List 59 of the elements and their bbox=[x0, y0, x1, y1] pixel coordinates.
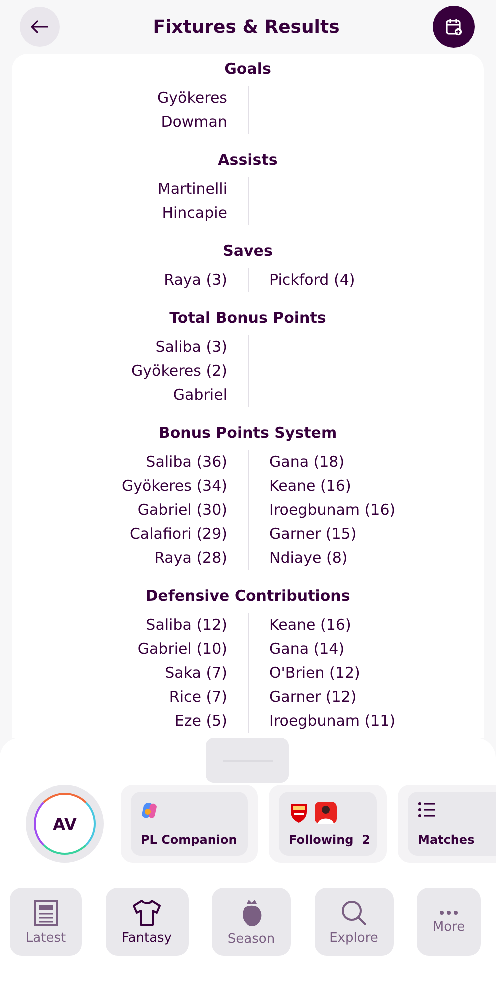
home-player-stat: Gyökeres bbox=[158, 89, 228, 107]
home-player-stat: Raya (3) bbox=[164, 271, 228, 289]
home-player-stat: Saliba (3) bbox=[156, 338, 228, 356]
more-dots-icon bbox=[439, 910, 459, 916]
search-icon bbox=[340, 898, 368, 926]
away-player-stat: Pickford (4) bbox=[270, 271, 356, 289]
sparkle-logo-icon bbox=[141, 802, 159, 820]
home-player-stat: Calafiori (29) bbox=[130, 525, 228, 543]
home-player-stat: Gabriel bbox=[173, 386, 228, 404]
home-player-stat: Martinelli bbox=[158, 180, 228, 198]
home-player-stat: Hincapie bbox=[162, 204, 228, 222]
stat-heading: Defensive Contributions bbox=[144, 586, 352, 607]
newspaper-icon bbox=[33, 898, 59, 926]
home-player-stat: Raya (28) bbox=[154, 549, 228, 567]
sheet-handle[interactable] bbox=[206, 738, 289, 783]
home-player-stat: Gyökeres (2) bbox=[132, 362, 228, 380]
avatar-initials: AV bbox=[53, 814, 77, 834]
away-player-stat: Iroegbunam (11) bbox=[270, 712, 396, 730]
stat-heading: Saves bbox=[222, 241, 274, 262]
home-player-stat: Saka (7) bbox=[165, 664, 228, 682]
following-tile[interactable]: Following 2 bbox=[279, 792, 377, 856]
page-title: Fixtures & Results bbox=[153, 16, 340, 38]
away-player-stat: Gana (14) bbox=[270, 640, 345, 658]
add-to-calendar-button[interactable] bbox=[432, 6, 475, 48]
club-crest-icon bbox=[289, 802, 309, 824]
home-player-stat: Saliba (36) bbox=[146, 453, 228, 471]
shirt-icon bbox=[132, 898, 162, 926]
stat-heading: Assists bbox=[217, 150, 279, 171]
latest-tab[interactable]: Latest bbox=[10, 888, 82, 956]
away-player-stat: Garner (12) bbox=[270, 688, 357, 706]
home-player-stat: Rice (7) bbox=[169, 688, 228, 706]
matches-tile[interactable]: Matches bbox=[408, 792, 496, 856]
away-player-stat: Keane (16) bbox=[270, 616, 352, 634]
home-player-stat: Eze (5) bbox=[174, 712, 228, 730]
away-player-stat: Keane (16) bbox=[270, 477, 352, 495]
away-player-stat: O'Brien (12) bbox=[270, 664, 360, 682]
home-player-stat: Gabriel (30) bbox=[138, 501, 228, 519]
stat-heading: Goals bbox=[224, 59, 272, 80]
list-icon bbox=[418, 802, 436, 818]
explore-tab[interactable]: Explore bbox=[314, 888, 394, 956]
away-player-stat: Ndiaye (8) bbox=[270, 549, 348, 567]
stat-heading: Bonus Points System bbox=[158, 423, 338, 444]
fantasy-tab[interactable]: Fantasy bbox=[106, 888, 188, 956]
home-player-stat: Gyökeres (34) bbox=[122, 477, 228, 495]
home-player-stat: Dowman bbox=[161, 113, 228, 131]
home-player-stat: Gabriel (10) bbox=[138, 640, 228, 658]
companion-tile[interactable]: PL Companion bbox=[131, 792, 248, 856]
home-player-stat: Saliba (12) bbox=[146, 616, 228, 634]
calendar-plus-icon bbox=[444, 18, 463, 36]
away-player-stat: Iroegbunam (16) bbox=[270, 501, 396, 519]
away-player-stat: Garner (15) bbox=[270, 525, 357, 543]
stat-heading: Total Bonus Points bbox=[168, 308, 328, 329]
away-player-stat: Gana (18) bbox=[270, 453, 345, 471]
season-tab[interactable]: Season bbox=[212, 888, 291, 956]
player-avatar-icon bbox=[315, 802, 337, 824]
more-tab[interactable]: More bbox=[417, 888, 481, 956]
back-arrow-icon bbox=[31, 20, 49, 34]
avatar-button[interactable]: AV bbox=[26, 785, 104, 863]
back-button[interactable] bbox=[20, 7, 60, 47]
